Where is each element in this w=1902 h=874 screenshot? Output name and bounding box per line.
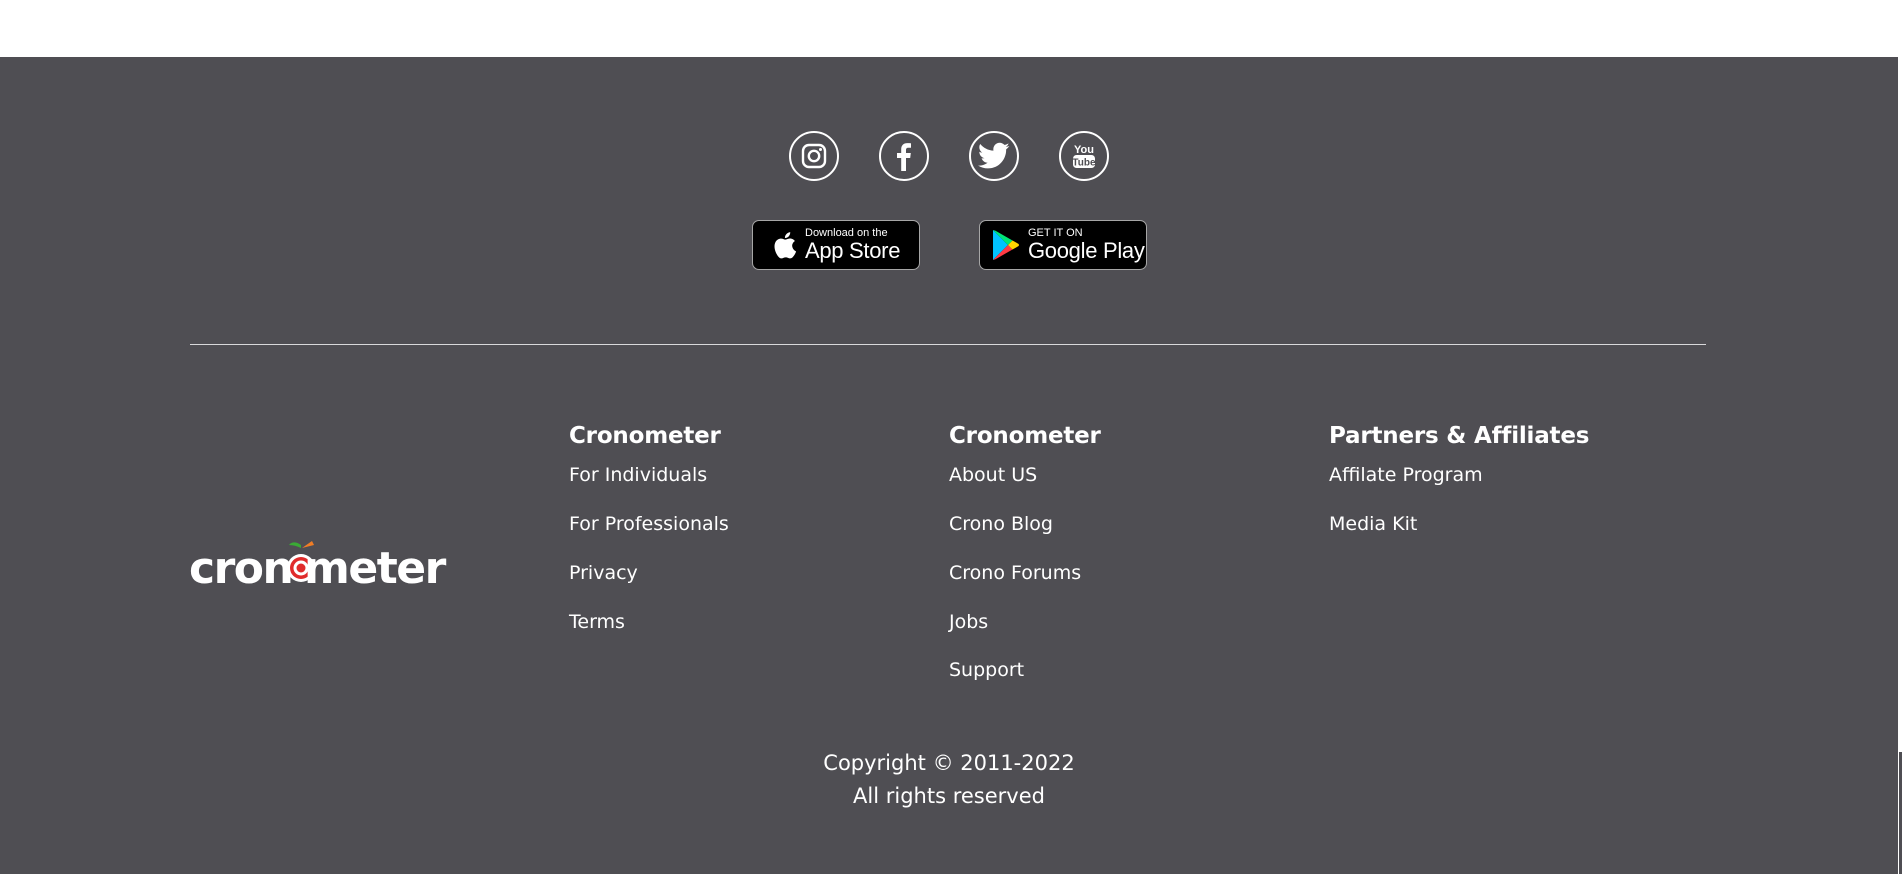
svg-text:You: You: [1074, 144, 1094, 156]
page-content-area: [0, 0, 1898, 57]
google-play-big-text: Google Play: [1028, 238, 1145, 263]
link-terms[interactable]: Terms: [569, 610, 625, 634]
google-play-badge[interactable]: GET IT ON Google Play: [979, 220, 1147, 270]
logo-text-meter: meter: [304, 543, 446, 594]
youtube-link[interactable]: You Tube: [1059, 131, 1109, 181]
svg-text:Tube: Tube: [1072, 158, 1096, 169]
link-jobs[interactable]: Jobs: [949, 610, 988, 634]
app-store-badge[interactable]: Download on the App Store: [752, 220, 920, 270]
footer-column-partners: Partners & Affiliates Affilate Program M…: [1329, 421, 1590, 535]
footer-column-cronometer-1: Cronometer For Individuals For Professio…: [569, 421, 729, 633]
logo-text-cron: cron: [189, 543, 294, 594]
site-footer: You Tube Download on the App Store GET I…: [0, 57, 1898, 874]
copyright-line: Copyright © 2011-2022: [823, 751, 1075, 775]
facebook-icon: [897, 143, 911, 171]
footer-divider: [190, 344, 1706, 345]
link-privacy[interactable]: Privacy: [569, 561, 638, 585]
twitter-link[interactable]: [969, 131, 1019, 181]
column-title: Cronometer: [569, 423, 721, 449]
instagram-link[interactable]: [789, 131, 839, 181]
link-support[interactable]: Support: [949, 658, 1024, 682]
link-for-professionals[interactable]: For Professionals: [569, 512, 729, 536]
app-store-big-text: App Store: [805, 238, 901, 263]
link-for-individuals[interactable]: For Individuals: [569, 463, 707, 487]
facebook-link[interactable]: [879, 131, 929, 181]
google-play-icon: [993, 230, 1019, 260]
link-crono-forums[interactable]: Crono Forums: [949, 561, 1081, 585]
scrollbar[interactable]: [1898, 0, 1902, 874]
link-about-us[interactable]: About US: [949, 463, 1037, 487]
column-title: Cronometer: [949, 423, 1101, 449]
rights-reserved-line: All rights reserved: [853, 784, 1045, 808]
instagram-icon: [801, 143, 827, 169]
copyright-notice: Copyright © 2011-2022 All rights reserve…: [0, 747, 1898, 813]
link-affiliate-program[interactable]: Affilate Program: [1329, 463, 1483, 487]
twitter-icon: [978, 142, 1010, 169]
column-title: Partners & Affiliates: [1329, 423, 1590, 449]
footer-column-cronometer-2: Cronometer About US Crono Blog Crono For…: [949, 421, 1101, 681]
cronometer-logo[interactable]: cron meter: [189, 539, 459, 601]
youtube-icon: You Tube: [1072, 144, 1096, 169]
link-media-kit[interactable]: Media Kit: [1329, 512, 1417, 536]
link-crono-blog[interactable]: Crono Blog: [949, 512, 1053, 536]
apple-icon: [774, 232, 797, 259]
